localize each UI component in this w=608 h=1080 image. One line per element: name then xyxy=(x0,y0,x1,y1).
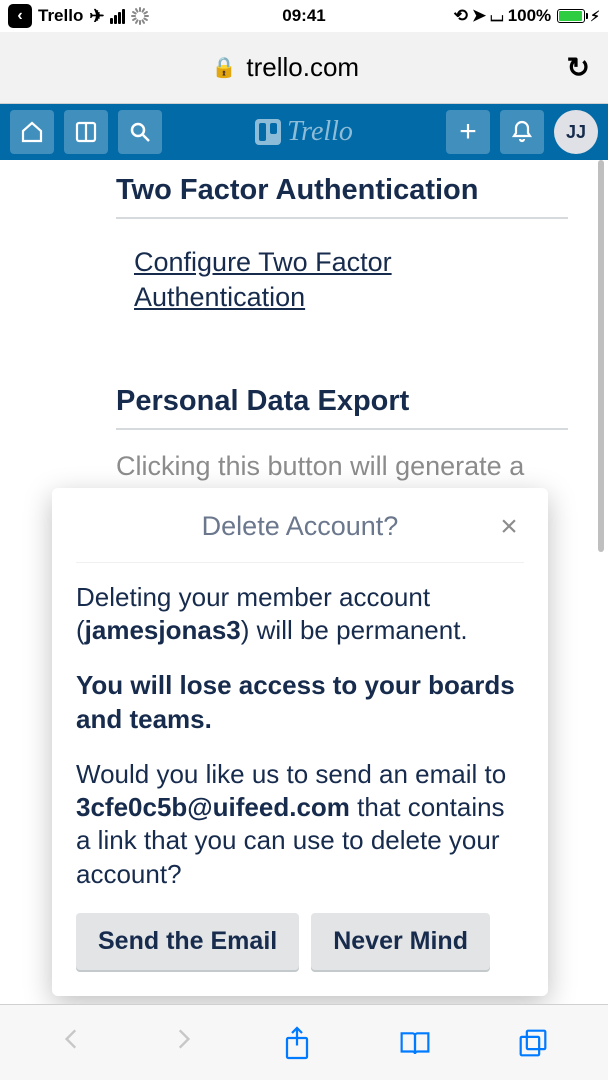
scroll-indicator[interactable] xyxy=(598,160,604,552)
bookmarks-button[interactable] xyxy=(398,1028,432,1058)
search-button[interactable] xyxy=(118,110,162,154)
book-icon xyxy=(398,1028,432,1058)
delete-account-modal: Delete Account? × Deleting your member a… xyxy=(52,488,548,996)
bell-icon xyxy=(510,120,534,144)
avatar-initials: JJ xyxy=(566,122,586,143)
boards-icon xyxy=(74,120,98,144)
trello-header: Trello + JJ xyxy=(0,104,608,160)
loading-spinner-icon xyxy=(131,7,149,25)
clock: 09:41 xyxy=(282,6,325,26)
lock-icon: 🔒 xyxy=(211,55,236,80)
screen-mirror-icon: ⌴ xyxy=(490,6,504,26)
cell-signal-icon xyxy=(110,9,125,24)
tabs-icon xyxy=(517,1027,549,1059)
trello-logo-text: Trello xyxy=(287,116,353,148)
send-email-button[interactable]: Send the Email xyxy=(76,913,299,970)
orientation-lock-icon: ⟲ xyxy=(454,6,468,26)
back-to-app-label[interactable]: Trello xyxy=(38,6,83,26)
safari-toolbar xyxy=(0,1004,608,1080)
share-icon xyxy=(282,1025,312,1061)
airplane-mode-icon: ✈︎ xyxy=(89,6,104,27)
home-icon xyxy=(20,120,44,144)
notifications-button[interactable] xyxy=(500,110,544,154)
status-bar: ‹ Trello ✈︎ 09:41 ⟲ ➤ ⌴ 100% ⚡︎ xyxy=(0,0,608,32)
tabs-button[interactable] xyxy=(517,1027,549,1059)
search-icon xyxy=(128,120,152,144)
back-button[interactable] xyxy=(59,1024,85,1062)
chevron-left-icon xyxy=(59,1024,85,1054)
create-button[interactable]: + xyxy=(446,110,490,154)
location-icon: ➤ xyxy=(472,6,486,26)
boards-button[interactable] xyxy=(64,110,108,154)
avatar[interactable]: JJ xyxy=(554,110,598,154)
chevron-right-icon xyxy=(170,1024,196,1054)
modal-username: jamesjonas3 xyxy=(85,615,241,645)
plus-icon: + xyxy=(459,115,477,149)
trello-logo-icon xyxy=(255,119,281,145)
home-button[interactable] xyxy=(10,110,54,154)
battery-icon xyxy=(557,9,585,23)
section-title-export: Personal Data Export xyxy=(116,385,568,418)
close-icon: × xyxy=(500,510,518,543)
charging-icon: ⚡︎ xyxy=(590,8,600,25)
configure-2fa-link[interactable]: Configure Two Factor Authentication xyxy=(134,245,568,315)
modal-body: Deleting your member account (jamesjonas… xyxy=(76,581,524,891)
modal-warning: You will lose access to your boards and … xyxy=(76,670,515,733)
battery-percent: 100% xyxy=(508,6,551,26)
reload-icon[interactable]: ↻ xyxy=(567,51,590,84)
trello-logo[interactable]: Trello xyxy=(255,116,353,148)
section-title-2fa: Two Factor Authentication xyxy=(116,174,568,207)
browser-url-bar[interactable]: 🔒 trello.com ↻ xyxy=(0,32,608,104)
back-to-app-icon[interactable]: ‹ xyxy=(8,4,32,28)
url-domain: trello.com xyxy=(246,52,359,83)
modal-text: ) will be permanent. xyxy=(241,615,468,645)
modal-close-button[interactable]: × xyxy=(494,510,524,544)
modal-title: Delete Account? xyxy=(106,511,494,542)
modal-email: 3cfe0c5b@uifeed.com xyxy=(76,792,350,822)
modal-text: Would you like us to send an email to xyxy=(76,759,506,789)
never-mind-button[interactable]: Never Mind xyxy=(311,913,490,970)
share-button[interactable] xyxy=(282,1025,312,1061)
forward-button[interactable] xyxy=(170,1024,196,1062)
